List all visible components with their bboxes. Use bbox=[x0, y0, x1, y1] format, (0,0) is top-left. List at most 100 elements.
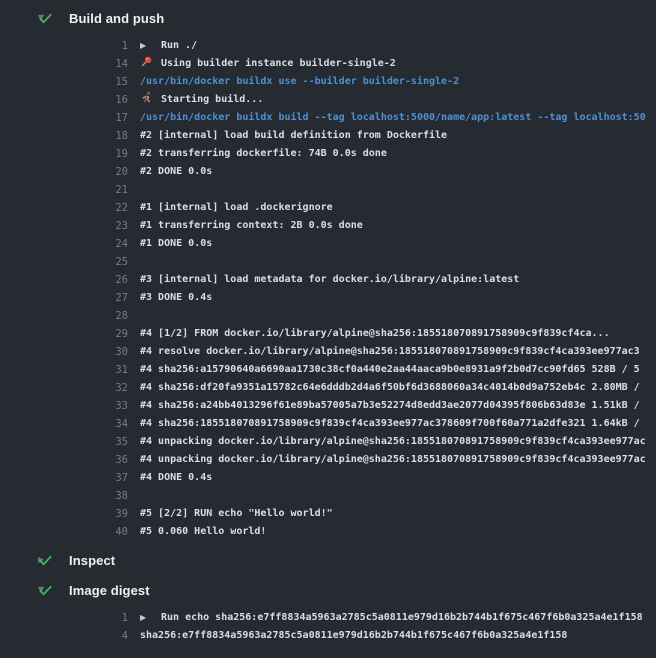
line-number[interactable]: 37 bbox=[0, 469, 128, 487]
log-line: 27#3 DONE 0.4s bbox=[0, 289, 656, 307]
log-line: 33 #4 sha256:a24bb4013296f61e89ba57005a7b… bbox=[0, 397, 656, 415]
log-line: 25 bbox=[0, 253, 656, 271]
line-number[interactable]: 40 bbox=[0, 523, 128, 541]
log-text: #2 DONE 0.0s bbox=[140, 166, 212, 177]
log-text: sha256:e7ff8834a5963a2785c5a0811e979d16b… bbox=[140, 630, 567, 641]
section-header-image-digest[interactable]: ▼ Image digest bbox=[0, 575, 656, 605]
log-text: #4 sha256:a15790640a6690aa1730c38cf0a440… bbox=[140, 364, 640, 375]
log-text: #4 [1/2] FROM docker.io/library/alpine@s… bbox=[140, 328, 610, 339]
line-number[interactable]: 38 bbox=[0, 487, 128, 505]
log-line: 29 #4 [1/2] FROM docker.io/library/alpine… bbox=[0, 325, 656, 343]
log-line-content: ▶Run ./ bbox=[128, 37, 656, 55]
log-line: 31 #4 sha256:a15790640a6690aa1730c38cf0a4… bbox=[0, 361, 656, 379]
line-number[interactable]: 18 bbox=[0, 127, 128, 145]
log-line-content: #4 sha256:a15790640a6690aa1730c38cf0a440… bbox=[128, 361, 656, 379]
section-title-image-digest: Image digest bbox=[69, 583, 150, 598]
log-line-content: #2 DONE 0.0s bbox=[128, 163, 656, 181]
section-title-build-and-push: Build and push bbox=[69, 11, 164, 26]
line-number[interactable]: 21 bbox=[0, 181, 128, 199]
line-number[interactable]: 36 bbox=[0, 451, 128, 469]
line-number[interactable]: 1 bbox=[0, 37, 128, 55]
line-number[interactable]: 4 bbox=[0, 627, 128, 645]
line-number[interactable]: 25 bbox=[0, 253, 128, 271]
line-number[interactable]: 26 bbox=[0, 271, 128, 289]
log-line: 4 sha256:e7ff8834a5963a2785c5a0811e979d16… bbox=[0, 627, 656, 645]
line-number[interactable]: 27 bbox=[0, 289, 128, 307]
section-lines-image-digest: 1▶Run echo sha256:e7ff8834a5963a2785c5a0… bbox=[0, 605, 656, 649]
log-text: Starting build... bbox=[161, 94, 263, 105]
log-line-content: #2 transferring dockerfile: 74B 0.0s don… bbox=[128, 145, 656, 163]
log-line-content: Using builder instance builder-single-2 bbox=[128, 55, 656, 73]
log-line: 37 #4 DONE 0.4s bbox=[0, 469, 656, 487]
line-number[interactable]: 30 bbox=[0, 343, 128, 361]
log-text: #1 DONE 0.0s bbox=[140, 238, 212, 249]
log-line-content bbox=[128, 253, 656, 271]
runner-icon bbox=[140, 91, 161, 109]
log-line: 21 bbox=[0, 181, 656, 199]
line-number[interactable]: 29 bbox=[0, 325, 128, 343]
log-line-content: #4 sha256:185518070891758909c9f839cf4ca3… bbox=[128, 415, 656, 433]
log-line: 16 Starting build... bbox=[0, 91, 656, 109]
line-number[interactable]: 19 bbox=[0, 145, 128, 163]
collapse-triangle-icon[interactable]: ▼ bbox=[0, 575, 38, 605]
line-number[interactable]: 20 bbox=[0, 163, 128, 181]
log-text: #4 resolve docker.io/library/alpine@sha2… bbox=[140, 346, 640, 357]
line-number[interactable]: 24 bbox=[0, 235, 128, 253]
log-line-content: #3 DONE 0.4s bbox=[128, 289, 656, 307]
log-line-content: /usr/bin/docker buildx build --tag local… bbox=[128, 109, 656, 127]
log-text: #4 unpacking docker.io/library/alpine@sh… bbox=[140, 436, 646, 447]
line-number[interactable]: 23 bbox=[0, 217, 128, 235]
line-number[interactable]: 31 bbox=[0, 361, 128, 379]
line-number[interactable]: 15 bbox=[0, 73, 128, 91]
line-number[interactable]: 1 bbox=[0, 609, 128, 627]
log-text: #2 [internal] load build definition from… bbox=[140, 130, 447, 141]
expand-run-chevron-icon[interactable]: ▶ bbox=[140, 609, 161, 627]
log-line: 15/usr/bin/docker buildx use --builder b… bbox=[0, 73, 656, 91]
log-text: #1 [internal] load .dockerignore bbox=[140, 202, 333, 213]
log-line: 23 #1 transferring context: 2B 0.0s done bbox=[0, 217, 656, 235]
log-line: 32#4 sha256:df20fa9351a15782c64e6dddb2d4… bbox=[0, 379, 656, 397]
section-build-and-push: ▼ Build and push 1▶Run ./14Using builder i… bbox=[0, 3, 656, 545]
log-line: 20 #2 DONE 0.0s bbox=[0, 163, 656, 181]
log-line: 17/usr/bin/docker buildx build --tag loc… bbox=[0, 109, 656, 127]
section-image-digest: ▼Image digest1▶Run echo sha256:e7ff8834a… bbox=[0, 575, 656, 649]
log-line: 39 #5 [2/2] RUN echo "Hello world!" bbox=[0, 505, 656, 523]
line-number[interactable]: 32 bbox=[0, 379, 128, 397]
log-line: 24 #1 DONE 0.0s bbox=[0, 235, 656, 253]
collapse-triangle-icon[interactable]: ▼ bbox=[0, 3, 38, 33]
log-sections: ▼Build and push1▶Run ./14Using builder i… bbox=[0, 3, 656, 649]
section-inspect: ▶Inspect bbox=[0, 545, 656, 575]
expand-run-chevron-icon[interactable]: ▶ bbox=[140, 37, 161, 55]
log-text: /usr/bin/docker buildx build --tag local… bbox=[140, 112, 646, 123]
line-number[interactable]: 39 bbox=[0, 505, 128, 523]
log-text: #4 DONE 0.4s bbox=[140, 472, 212, 483]
line-number[interactable]: 35 bbox=[0, 433, 128, 451]
line-number[interactable]: 16 bbox=[0, 91, 128, 109]
log-line-content: #1 [internal] load .dockerignore bbox=[128, 199, 656, 217]
log-text: #1 transferring context: 2B 0.0s done bbox=[140, 220, 363, 231]
log-line: 19#2 transferring dockerfile: 74B 0.0s d… bbox=[0, 145, 656, 163]
log-text: #5 [2/2] RUN echo "Hello world!" bbox=[140, 508, 333, 519]
log-line-content: #2 [internal] load build definition from… bbox=[128, 127, 656, 145]
log-line-content bbox=[128, 487, 656, 505]
pushpin-icon bbox=[140, 55, 161, 73]
line-number[interactable]: 14 bbox=[0, 55, 128, 73]
log-line-content: Starting build... bbox=[128, 91, 656, 109]
log-line-content: sha256:e7ff8834a5963a2785c5a0811e979d16b… bbox=[128, 627, 656, 645]
section-header-inspect[interactable]: ▶Inspect bbox=[0, 545, 656, 575]
line-number[interactable]: 34 bbox=[0, 415, 128, 433]
section-header-build-and-push[interactable]: ▼ Build and push bbox=[0, 3, 656, 33]
log-line-content bbox=[128, 181, 656, 199]
line-number[interactable]: 22 bbox=[0, 199, 128, 217]
log-line-content: #4 unpacking docker.io/library/alpine@sh… bbox=[128, 451, 656, 469]
log-text: #4 sha256:a24bb4013296f61e89ba57005a7b3e… bbox=[140, 400, 640, 411]
line-number[interactable]: 33 bbox=[0, 397, 128, 415]
log-line: 36#4 unpacking docker.io/library/alpine@… bbox=[0, 451, 656, 469]
expand-triangle-icon[interactable]: ▶ bbox=[0, 545, 38, 575]
line-number[interactable]: 17 bbox=[0, 109, 128, 127]
log-text: #4 sha256:185518070891758909c9f839cf4ca3… bbox=[140, 418, 640, 429]
log-line-content: /usr/bin/docker buildx use --builder bui… bbox=[128, 73, 656, 91]
log-line: 34 #4 sha256:185518070891758909c9f839cf4c… bbox=[0, 415, 656, 433]
log-line: 1▶Run ./ bbox=[0, 37, 656, 55]
line-number[interactable]: 28 bbox=[0, 307, 128, 325]
